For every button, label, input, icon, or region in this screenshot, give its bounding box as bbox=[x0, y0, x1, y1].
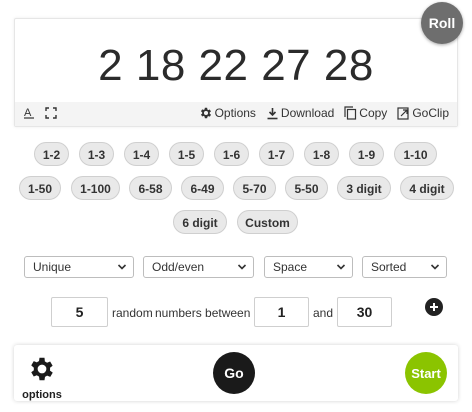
options-toolbar-button[interactable]: Options bbox=[199, 106, 256, 120]
options-button[interactable]: options bbox=[22, 354, 62, 401]
font-size-icon[interactable]: A bbox=[23, 106, 35, 119]
sorted-select-value: Sorted bbox=[371, 260, 407, 274]
oddeven-select[interactable]: Odd/even bbox=[143, 256, 254, 278]
fullscreen-icon[interactable] bbox=[45, 106, 57, 119]
chevron-down-icon bbox=[336, 264, 346, 270]
copy-button[interactable]: Copy bbox=[344, 106, 387, 120]
result-toolbar: A Options Download Copy GoClip bbox=[15, 102, 457, 126]
numbers-between-label: numbers between bbox=[155, 306, 251, 320]
space-select-value: Space bbox=[273, 260, 308, 274]
preset-1-5[interactable]: 1-5 bbox=[169, 142, 204, 166]
preset-custom[interactable]: Custom bbox=[237, 210, 298, 234]
min-input[interactable]: 1 bbox=[254, 297, 309, 327]
download-label: Download bbox=[280, 106, 335, 120]
unique-select-value: Unique bbox=[33, 260, 72, 274]
sorted-select[interactable]: Sorted bbox=[362, 256, 447, 278]
goclip-button[interactable]: GoClip bbox=[397, 106, 449, 120]
preset-1-4[interactable]: 1-4 bbox=[124, 142, 159, 166]
preset-3-digit[interactable]: 3 digit bbox=[337, 176, 391, 200]
copy-icon bbox=[344, 106, 357, 120]
chevron-down-icon bbox=[117, 264, 127, 270]
roll-button[interactable]: Roll bbox=[421, 2, 463, 44]
space-select[interactable]: Space bbox=[264, 256, 353, 278]
goclip-icon bbox=[397, 107, 409, 120]
add-range-button[interactable] bbox=[425, 298, 443, 316]
chevron-down-icon bbox=[237, 264, 247, 270]
download-button[interactable]: Download bbox=[266, 106, 334, 120]
preset-1-6[interactable]: 1-6 bbox=[214, 142, 249, 166]
go-button[interactable]: Go bbox=[213, 352, 255, 394]
preset-1-3[interactable]: 1-3 bbox=[79, 142, 114, 166]
copy-label: Copy bbox=[359, 106, 388, 120]
result-panel: 2 18 22 27 28 A Options Download Copy Go… bbox=[14, 18, 458, 127]
preset-5-50[interactable]: 5-50 bbox=[285, 176, 328, 200]
preset-6-58[interactable]: 6-58 bbox=[129, 176, 172, 200]
result-numbers: 2 18 22 27 28 bbox=[98, 41, 374, 90]
plus-icon bbox=[430, 303, 438, 311]
gear-icon bbox=[200, 107, 211, 119]
preset-5-70[interactable]: 5-70 bbox=[233, 176, 276, 200]
max-input[interactable]: 30 bbox=[337, 297, 392, 327]
unique-select[interactable]: Unique bbox=[24, 256, 134, 278]
options-toolbar-label: Options bbox=[214, 106, 256, 120]
chevron-down-icon bbox=[430, 264, 440, 270]
gear-icon bbox=[31, 357, 53, 381]
preset-1-50[interactable]: 1-50 bbox=[19, 176, 61, 200]
random-label: random bbox=[112, 306, 153, 320]
preset-1-7[interactable]: 1-7 bbox=[259, 142, 294, 166]
svg-text:A: A bbox=[24, 107, 32, 119]
action-bar: options Go Start bbox=[14, 345, 458, 401]
start-button[interactable]: Start bbox=[405, 352, 447, 394]
preset-1-9[interactable]: 1-9 bbox=[349, 142, 384, 166]
count-input[interactable]: 5 bbox=[51, 297, 108, 327]
preset-1-10[interactable]: 1-10 bbox=[394, 142, 437, 166]
preset-6-49[interactable]: 6-49 bbox=[181, 176, 224, 200]
oddeven-select-value: Odd/even bbox=[152, 260, 205, 274]
download-icon bbox=[267, 107, 278, 119]
preset-4-digit[interactable]: 4 digit bbox=[400, 176, 454, 200]
options-label: options bbox=[22, 389, 62, 401]
preset-1-2[interactable]: 1-2 bbox=[34, 142, 69, 166]
preset-1-100[interactable]: 1-100 bbox=[71, 176, 120, 200]
and-label: and bbox=[313, 306, 334, 320]
goclip-label: GoClip bbox=[412, 106, 449, 120]
preset-6-digit[interactable]: 6 digit bbox=[173, 210, 227, 234]
preset-1-8[interactable]: 1-8 bbox=[304, 142, 339, 166]
